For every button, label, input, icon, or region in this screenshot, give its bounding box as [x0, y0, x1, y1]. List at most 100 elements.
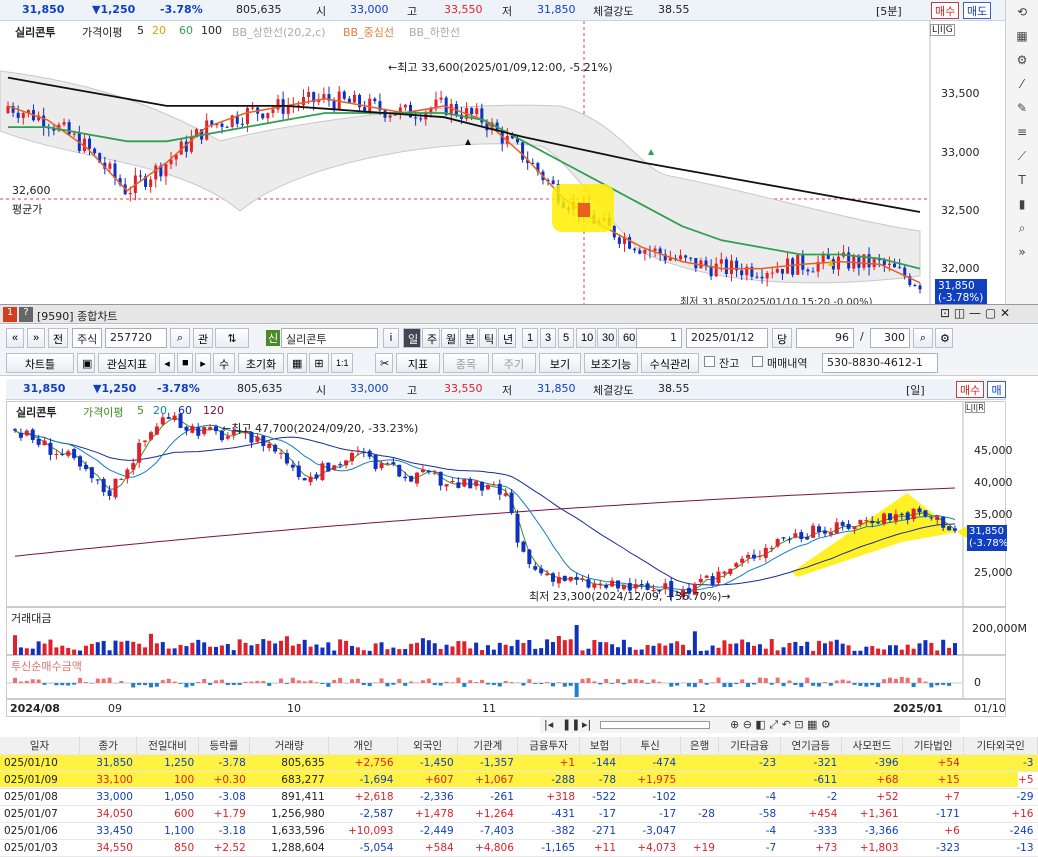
period-week-tab[interactable]: 주 [422, 328, 440, 348]
period-year-tab[interactable]: 년 [498, 328, 516, 348]
sort-icon[interactable]: ⇅ [215, 328, 249, 348]
table-row[interactable]: 025/01/1031,8501,250-3.78805,635+2,756-1… [0, 754, 1038, 771]
all-button[interactable]: 전 [48, 328, 68, 348]
interval-3-button[interactable]: 3 [540, 328, 556, 348]
interval-10-button[interactable]: 10 [576, 328, 596, 348]
table-header[interactable]: 기타금융 [719, 737, 780, 754]
balance-checkbox[interactable] [704, 356, 715, 367]
right-arrow-icon[interactable]: ▸ [195, 353, 211, 373]
trust-net-buy-pane[interactable]: 투신순매수금액 0 [6, 655, 1006, 699]
zoom-in-icon[interactable]: ⌕ [913, 328, 933, 348]
table-row[interactable]: 025/01/0633,4501,100-3.181,633,596+10,09… [0, 822, 1038, 839]
save-icon[interactable]: ▣ [77, 353, 95, 373]
scroll-controls[interactable]: |◂ ❚❚ ▸| ⊕ ⊖ ◧ ⤢ ↶ ⊡ ▦ ⚙ [540, 717, 960, 733]
undo-icon[interactable]: ⟲ [1011, 5, 1033, 23]
watch-indicator-button[interactable]: 관심지표 [98, 353, 156, 373]
daily-chart[interactable]: 실리콘투 가격이평 5 20 60 120 ←최고 47,700(2024/09… [6, 401, 1006, 607]
layout-icon[interactable]: ⊞ [309, 353, 329, 373]
table-header[interactable]: 외국인 [398, 737, 458, 754]
pencil-icon[interactable]: ✎ [1011, 101, 1033, 119]
interval-30-button[interactable]: 30 [597, 328, 617, 348]
scroll-start-icon[interactable]: |◂ [544, 718, 553, 731]
stock-name-field[interactable]: 실리콘투 [281, 328, 378, 348]
total-count-field[interactable]: 300 [870, 328, 910, 348]
su-button[interactable]: 수 [213, 353, 235, 373]
cycle-button[interactable]: 주기 [492, 353, 536, 373]
scroll-slider[interactable] [600, 721, 710, 729]
table-header[interactable]: 금융투자 [518, 737, 579, 754]
stop-icon[interactable]: ■ [177, 353, 193, 373]
table-header[interactable]: 연기금등 [780, 737, 841, 754]
market-type-select[interactable]: 주식 [72, 328, 102, 348]
nav-next-button[interactable]: » [27, 328, 45, 348]
info-icon[interactable]: i [383, 328, 399, 348]
left-arrow-icon[interactable]: ◂ [159, 353, 175, 373]
zoom-controls-icon[interactable]: ⊕ ⊖ ◧ ⤢ ↶ ⊡ ▦ ⚙ [730, 718, 831, 732]
table-header[interactable]: 일자 [0, 737, 79, 754]
period-day-tab[interactable]: 일 [403, 328, 421, 348]
mini-toolbar[interactable]: L|I|R [965, 402, 985, 413]
window-controls-icon[interactable]: ⊡ ◫ — ▢ ✕ [940, 306, 1010, 320]
today-button[interactable]: 당 [772, 328, 792, 348]
help-icon[interactable]: ? [19, 307, 33, 322]
scroll-end-icon[interactable]: ▸| [582, 718, 591, 731]
interval-stepper[interactable]: 1 [636, 328, 682, 348]
line-tool-icon[interactable]: ⁄ [1011, 77, 1033, 95]
table-header[interactable]: 사모펀드 [841, 737, 902, 754]
more-icon[interactable]: » [1011, 245, 1033, 263]
stock-compare-button[interactable]: 종목 [443, 353, 489, 373]
interval-1-button[interactable]: 1 [522, 328, 538, 348]
period-month-tab[interactable]: 월 [441, 328, 459, 348]
table-header[interactable]: 투신 [620, 737, 680, 754]
fib-icon[interactable]: ≡ [1011, 125, 1033, 143]
ratio-button[interactable]: 1:1 [331, 353, 353, 373]
nav-prev-button[interactable]: « [6, 328, 24, 348]
view-button[interactable]: 보기 [539, 353, 581, 373]
interval-5-button[interactable]: 5 [558, 328, 574, 348]
table-row[interactable]: 025/01/0734,050600+1.791,256,980-2,587+1… [0, 805, 1038, 822]
pause-icon[interactable]: ❚❚ [562, 718, 580, 731]
watch-button[interactable]: 관 [193, 328, 213, 348]
table-header[interactable]: 거래량 [250, 737, 329, 754]
mini-toolbar[interactable]: L|I|G [930, 24, 955, 36]
table-header[interactable]: 기관계 [458, 737, 518, 754]
search-icon[interactable]: ⌕ [170, 328, 190, 348]
table-header[interactable]: 보험 [579, 737, 620, 754]
text-tool-icon[interactable]: T [1011, 173, 1033, 191]
period-minute-tab[interactable]: 분 [460, 328, 478, 348]
ruler-icon[interactable]: ⟋ [1011, 149, 1033, 167]
table-header[interactable]: 기타법인 [903, 737, 964, 754]
candle-icon[interactable]: ▮ [1011, 197, 1033, 215]
reset-button[interactable]: 초기화 [238, 353, 284, 373]
indicator-button[interactable]: 지표 [396, 353, 440, 373]
display-count-stepper[interactable]: 96 [796, 328, 854, 348]
buy-button[interactable]: 매수 [931, 2, 959, 19]
table-header[interactable]: 종가 [79, 737, 136, 754]
sell-button[interactable]: 매도 [963, 2, 991, 19]
period-tick-tab[interactable]: 틱 [479, 328, 497, 348]
interval-60-button[interactable]: 60 [618, 328, 638, 348]
table-header[interactable]: 기타외국인 [964, 737, 1038, 754]
table-row[interactable]: 025/01/0334,550850+2.521,288,604-5,054+5… [0, 839, 1038, 856]
grid-icon[interactable]: ▦ [1011, 29, 1033, 47]
settings-icon[interactable]: ⚙ [935, 328, 953, 348]
table-header[interactable]: 등락률 [198, 737, 250, 754]
table-row[interactable]: 025/01/0833,0001,050-3.08891,411+2,618-2… [0, 788, 1038, 805]
turnover-pane[interactable]: 거래대금 200,000M [6, 607, 1006, 655]
sell-button[interactable]: 매도 [987, 381, 1006, 398]
table-header[interactable]: 은행 [680, 737, 719, 754]
formula-manage-button[interactable]: 수식관리 [641, 353, 699, 373]
chart-frame-button[interactable]: 차트틀 [6, 353, 74, 373]
table-header[interactable]: 전일대비 [137, 737, 198, 754]
scissors-icon[interactable]: ✂ [375, 353, 393, 373]
date-input[interactable]: 2025/01/12 [686, 328, 768, 348]
table-header[interactable]: 개인 [329, 737, 398, 754]
buy-button[interactable]: 매수 [956, 381, 984, 398]
assist-function-button[interactable]: 보조기능 [584, 353, 638, 373]
grid-icon[interactable]: ▦ [287, 353, 307, 373]
account-select[interactable]: 530-8830-4612-1 [822, 353, 938, 373]
table-row[interactable]: 025/01/0933,100100+0.30683,277-1,694+607… [0, 771, 1038, 788]
zoom-icon[interactable]: ⌕ [1011, 221, 1033, 239]
gear-icon[interactable]: ⚙ [1011, 53, 1033, 71]
trade-history-checkbox[interactable] [752, 356, 763, 367]
